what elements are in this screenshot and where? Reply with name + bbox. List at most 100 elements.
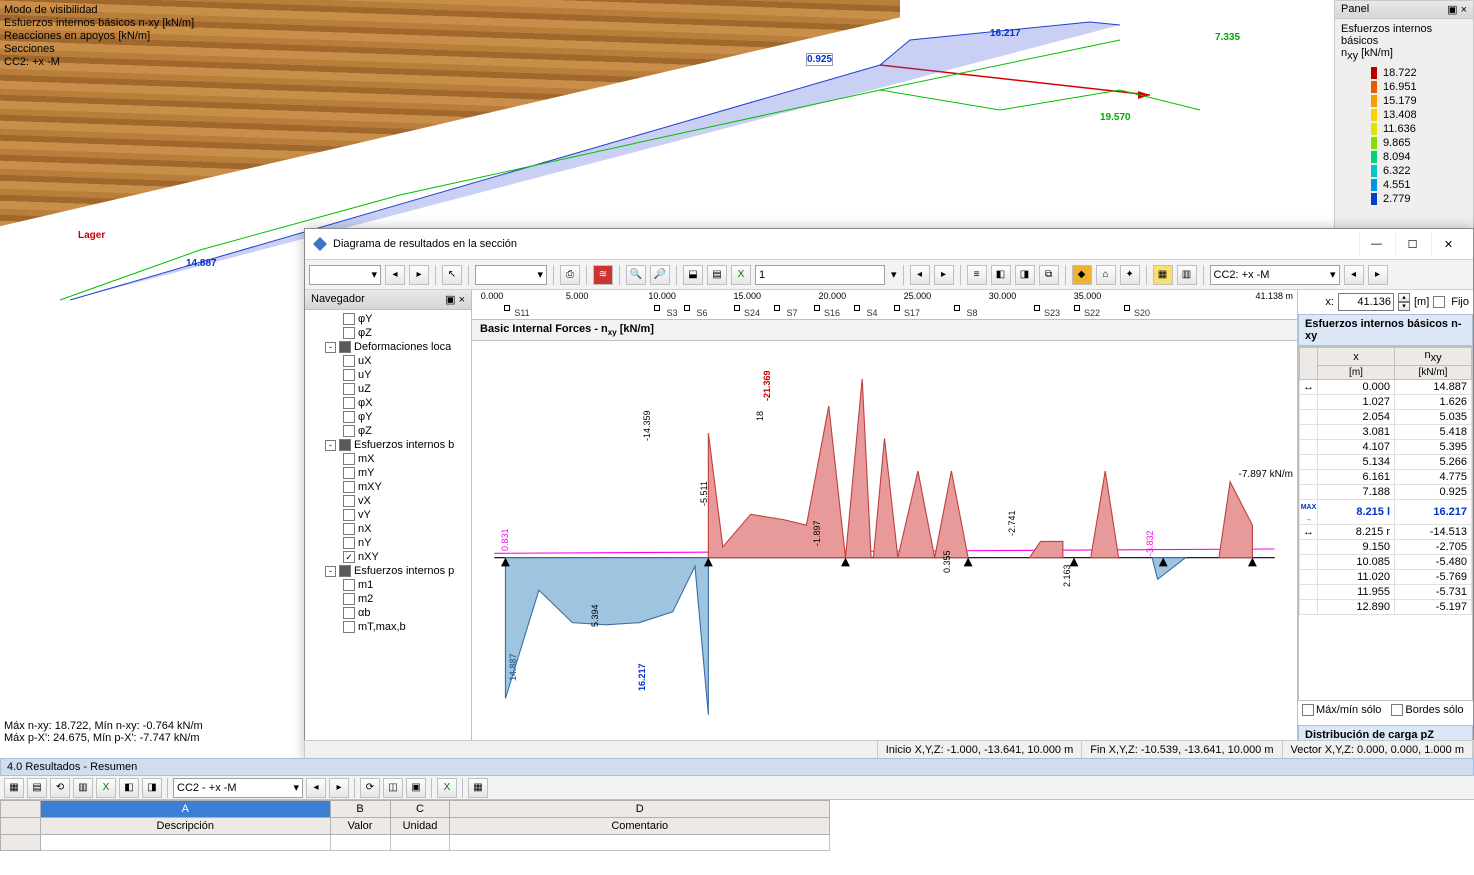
tree-item[interactable]: nY xyxy=(305,536,471,550)
ov-case: CC2: +x -M xyxy=(4,56,60,68)
table-row[interactable]: 11.955-5.731 xyxy=(1300,585,1472,600)
tree-item[interactable]: m2 xyxy=(305,592,471,606)
table-row[interactable]: 4.1075.395 xyxy=(1300,440,1472,455)
tb-t11[interactable]: ▥ xyxy=(1177,265,1197,285)
tree-item[interactable]: vX xyxy=(305,494,471,508)
tb-t8[interactable]: ⌂ xyxy=(1096,265,1116,285)
table-row[interactable]: 2.0545.035 xyxy=(1300,410,1472,425)
tree-item[interactable]: uZ xyxy=(305,382,471,396)
tb-nav-next[interactable]: ▸ xyxy=(934,265,954,285)
tb-flag-icon[interactable]: ≋ xyxy=(593,265,613,285)
table-row[interactable]: 5.1345.266 xyxy=(1300,455,1472,470)
bt-5[interactable]: X xyxy=(96,778,116,798)
tree-item[interactable]: φZ xyxy=(305,326,471,340)
maximize-button[interactable]: ☐ xyxy=(1395,233,1429,255)
bt-6[interactable]: ◧ xyxy=(119,778,139,798)
bt-7[interactable]: ◨ xyxy=(142,778,162,798)
tb-t10[interactable]: ▦ xyxy=(1153,265,1173,285)
bt-prev[interactable]: ◂ xyxy=(306,778,326,798)
lc-next[interactable]: ▸ xyxy=(1368,265,1388,285)
minimize-button[interactable]: — xyxy=(1359,233,1393,255)
ov-reactions: Reacciones en apoyos [kN/m] xyxy=(4,30,150,42)
panel-close-icon[interactable]: × xyxy=(1461,4,1467,16)
tb-nav-prev[interactable]: ◂ xyxy=(910,265,930,285)
tb-zoomout-icon[interactable]: 🔎 xyxy=(650,265,670,285)
tb-zoomin-icon[interactable]: 🔍 xyxy=(626,265,646,285)
bottom-loadcase[interactable]: CC2 - +x -M▾ xyxy=(173,778,303,798)
tree-item[interactable]: ✓nXY xyxy=(305,550,471,564)
bt-3[interactable]: ⟲ xyxy=(50,778,70,798)
tb-t3[interactable]: ≡ xyxy=(967,265,987,285)
bt-next[interactable]: ▸ xyxy=(329,778,349,798)
legend-row: 13.408 xyxy=(1371,108,1467,122)
summary-text: Máx n-xy: 18.722, Mín n-xy: -0.764 kN/m … xyxy=(4,720,203,744)
tree-item[interactable]: uX xyxy=(305,354,471,368)
bt-10[interactable]: ▣ xyxy=(406,778,426,798)
bordes-checkbox[interactable]: Bordes sólo xyxy=(1391,704,1463,716)
tb-drop-1[interactable]: ▾ xyxy=(309,265,381,285)
table-row[interactable]: 6.1614.775 xyxy=(1300,470,1472,485)
fijo-checkbox[interactable] xyxy=(1433,296,1445,308)
tb-num-input[interactable] xyxy=(755,265,885,285)
tree-item[interactable]: m1 xyxy=(305,578,471,592)
bt-2[interactable]: ▤ xyxy=(27,778,47,798)
tb-t7[interactable]: ◆ xyxy=(1072,265,1092,285)
table-row[interactable]: 9.150-2.705 xyxy=(1300,540,1472,555)
close-button[interactable]: ✕ xyxy=(1431,233,1465,255)
tree-item[interactable]: φY xyxy=(305,312,471,326)
bt-8[interactable]: ⟳ xyxy=(360,778,380,798)
tree-item[interactable]: φY xyxy=(305,410,471,424)
table-row[interactable]: 10.085-5.480 xyxy=(1300,555,1472,570)
table-row[interactable]: 3.0815.418 xyxy=(1300,425,1472,440)
tree-item[interactable]: φX xyxy=(305,396,471,410)
tree-item[interactable]: nX xyxy=(305,522,471,536)
table-row[interactable]: MAX→8.215 l16.217 xyxy=(1300,500,1472,525)
bt-cal[interactable]: ▦ xyxy=(468,778,488,798)
tree-item[interactable]: vY xyxy=(305,508,471,522)
navigator-tree[interactable]: φYφZ-Deformaciones locauXuYuZφXφYφZ-Esfu… xyxy=(305,310,471,741)
bt-1[interactable]: ▦ xyxy=(4,778,24,798)
table-row[interactable]: 11.020-5.769 xyxy=(1300,570,1472,585)
bt-excel-icon[interactable]: X xyxy=(437,778,457,798)
tree-item[interactable]: -Deformaciones loca xyxy=(305,340,471,354)
bt-4[interactable]: ▥ xyxy=(73,778,93,798)
tree-item[interactable]: -Esfuerzos internos b xyxy=(305,438,471,452)
tb-print-icon[interactable]: ⎙ xyxy=(560,265,580,285)
annot-18: 18 xyxy=(755,411,765,421)
tb-drop-2[interactable]: ▾ xyxy=(475,265,547,285)
table-row[interactable]: ↔0.00014.887 xyxy=(1300,380,1472,395)
tb-next-1[interactable]: ▸ xyxy=(409,265,429,285)
tb-t5[interactable]: ◨ xyxy=(1015,265,1035,285)
tree-item[interactable]: -Esfuerzos internos p xyxy=(305,564,471,578)
side-table[interactable]: xnxy [m][kN/m] ↔0.00014.8871.0271.6262.0… xyxy=(1298,346,1473,701)
x-spin-up[interactable]: ▴ xyxy=(1398,293,1410,302)
tb-t4[interactable]: ◧ xyxy=(991,265,1011,285)
panel-pin-icon[interactable]: ▣ xyxy=(1447,4,1457,16)
tree-item[interactable]: mXY xyxy=(305,480,471,494)
tb-tool-2[interactable]: ▤ xyxy=(707,265,727,285)
tree-item[interactable]: uY xyxy=(305,368,471,382)
x-spin-down[interactable]: ▾ xyxy=(1398,302,1410,311)
legend-row: 11.636 xyxy=(1371,122,1467,136)
tree-item[interactable]: αb xyxy=(305,606,471,620)
tree-item[interactable]: φZ xyxy=(305,424,471,438)
bottom-grid[interactable]: ABCD DescripciónValorUnidadComentario xyxy=(0,800,1474,851)
tb-prev-1[interactable]: ◂ xyxy=(385,265,405,285)
tree-item[interactable]: mY xyxy=(305,466,471,480)
tb-t9[interactable]: ✦ xyxy=(1120,265,1140,285)
table-row[interactable]: 7.1880.925 xyxy=(1300,485,1472,500)
tb-pointer[interactable]: ↖ xyxy=(442,265,462,285)
tb-excel-icon[interactable]: X xyxy=(731,265,751,285)
tb-tool-1[interactable]: ⬓ xyxy=(683,265,703,285)
loadcase-dropdown[interactable]: CC2: +x -M▾ xyxy=(1210,265,1340,285)
maxmin-checkbox[interactable]: Máx/mín sólo xyxy=(1302,704,1381,716)
table-row[interactable]: 1.0271.626 xyxy=(1300,395,1472,410)
table-row[interactable]: ↔8.215 r-14.513 xyxy=(1300,525,1472,540)
bt-9[interactable]: ◫ xyxy=(383,778,403,798)
tb-t6[interactable]: ⧉ xyxy=(1039,265,1059,285)
tree-item[interactable]: mT,max,b xyxy=(305,620,471,634)
x-input[interactable] xyxy=(1338,293,1394,311)
table-row[interactable]: 12.890-5.197 xyxy=(1300,600,1472,615)
lc-prev[interactable]: ◂ xyxy=(1344,265,1364,285)
tree-item[interactable]: mX xyxy=(305,452,471,466)
